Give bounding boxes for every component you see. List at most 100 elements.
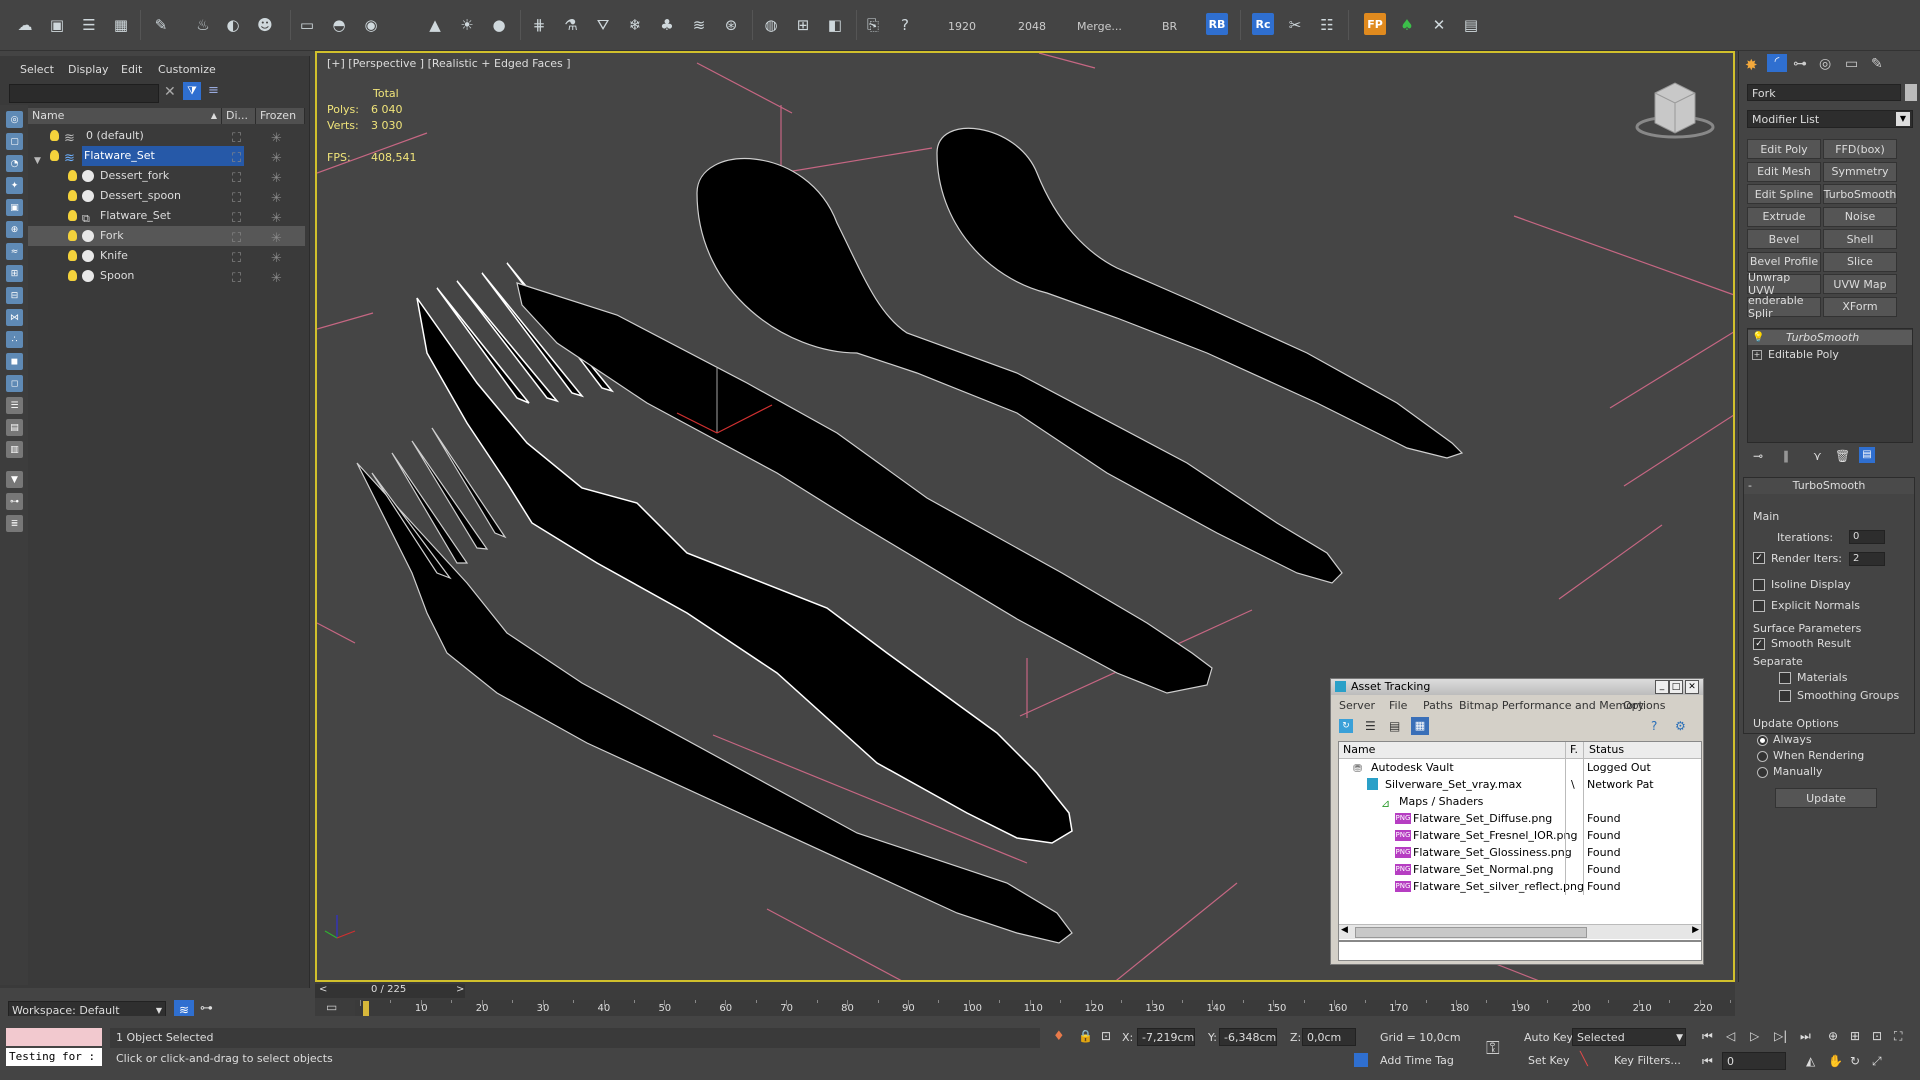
explicit-normals-checkbox[interactable] bbox=[1753, 600, 1765, 612]
tree-row-knife[interactable]: Knife ⛶ ✳ bbox=[28, 246, 305, 266]
modifier-button[interactable]: Slice bbox=[1823, 251, 1897, 272]
set-key-icon[interactable]: ╲ bbox=[1580, 1052, 1588, 1067]
render-width[interactable]: 1920 bbox=[948, 20, 976, 33]
modifier-button[interactable]: Bevel bbox=[1747, 229, 1821, 249]
next-frame-icon[interactable]: > bbox=[456, 984, 464, 995]
render-icon[interactable]: ◐ bbox=[222, 14, 244, 36]
hair-icon[interactable]: ≋ bbox=[688, 14, 710, 36]
modifier-button[interactable]: Edit Poly bbox=[1747, 139, 1821, 159]
asset-menu-file[interactable]: File bbox=[1389, 699, 1407, 712]
display-helpers-icon[interactable]: ⊕ bbox=[6, 221, 23, 238]
tools-icon[interactable]: ✂ bbox=[1284, 14, 1306, 36]
modifier-button[interactable]: FFD(box) bbox=[1823, 139, 1897, 159]
asset-row[interactable]: PNG Flatware_Set_Normal.png Found bbox=[1339, 861, 1699, 878]
modifier-button[interactable]: Shell bbox=[1823, 229, 1897, 249]
asset-menu-server[interactable]: Server bbox=[1339, 699, 1375, 712]
modifier-button[interactable]: Symmetry bbox=[1823, 161, 1897, 182]
key-filters-button[interactable]: Key Filters... bbox=[1614, 1054, 1681, 1067]
manually-radio[interactable] bbox=[1757, 767, 1768, 778]
modifier-button[interactable]: Bevel Profile bbox=[1747, 251, 1821, 272]
fp-badge[interactable]: FP bbox=[1364, 13, 1386, 35]
time-slider-handle[interactable] bbox=[363, 1001, 369, 1016]
display-groups-icon[interactable]: ⊞ bbox=[6, 265, 23, 282]
filter-icon[interactable]: ⧩ bbox=[183, 82, 201, 100]
asset-tracking-titlebar[interactable]: Asset Tracking _ □ ✕ bbox=[1331, 679, 1703, 695]
z-coordinate-field[interactable]: 0,0cm bbox=[1302, 1028, 1356, 1046]
asset-row[interactable]: ⊿ Maps / Shaders bbox=[1339, 793, 1699, 810]
display-lights-icon[interactable]: ✦ bbox=[6, 177, 23, 194]
modifier-button[interactable]: XForm bbox=[1823, 296, 1897, 317]
light-disc-icon[interactable]: ● bbox=[488, 14, 510, 36]
refresh-icon[interactable]: ↻ bbox=[1339, 719, 1353, 733]
play-icon[interactable]: ▷ bbox=[1750, 1029, 1759, 1043]
key-icon[interactable]: ⚿ bbox=[1486, 1038, 1500, 1059]
asset-menu-options[interactable]: Options bbox=[1623, 699, 1665, 712]
isoline-checkbox[interactable] bbox=[1753, 579, 1765, 591]
modify-tab-icon[interactable]: ◜ bbox=[1767, 54, 1787, 72]
list-view-icon[interactable]: ☰ bbox=[1365, 719, 1376, 733]
display-all-icon[interactable]: ◼ bbox=[6, 353, 23, 370]
settings-icon[interactable]: ⚙ bbox=[1675, 719, 1686, 733]
explorer-search-input[interactable] bbox=[9, 84, 159, 103]
pyramid-icon[interactable]: ⛛ bbox=[592, 14, 614, 36]
asset-row[interactable]: ⛃ Autodesk Vault Logged Out bbox=[1339, 759, 1699, 776]
table-icon[interactable]: ▦ bbox=[110, 14, 132, 36]
maximize-icon[interactable]: □ bbox=[1669, 680, 1683, 694]
render-iters-spinner[interactable]: 2 bbox=[1849, 552, 1885, 566]
x-coordinate-field[interactable]: -7,219cm bbox=[1137, 1028, 1195, 1046]
lightbulb-icon[interactable]: 💡 bbox=[1752, 330, 1764, 345]
time-tag-icon[interactable] bbox=[1354, 1053, 1368, 1067]
menu-edit[interactable]: Edit bbox=[121, 63, 142, 76]
smoothing-groups-checkbox[interactable] bbox=[1779, 690, 1791, 702]
merge-button[interactable]: Merge... bbox=[1077, 20, 1122, 33]
go-to-end-icon[interactable]: ⏭ bbox=[1800, 1029, 1811, 1044]
minimize-icon[interactable]: _ bbox=[1655, 680, 1669, 694]
grass-icon[interactable]: ♣ bbox=[656, 14, 678, 36]
undo-icon[interactable]: ☁ bbox=[14, 14, 36, 36]
scroll-thumb[interactable] bbox=[1355, 927, 1587, 938]
object-color-swatch[interactable] bbox=[1905, 84, 1917, 101]
display-shapes-icon[interactable]: ◔ bbox=[6, 155, 23, 172]
col-name-label[interactable]: Name bbox=[1343, 743, 1375, 756]
display-none-icon[interactable]: ◻ bbox=[6, 375, 23, 392]
col-f-label[interactable]: F. bbox=[1570, 743, 1578, 756]
asset-row[interactable]: PNG Flatware_Set_Glossiness.png Found bbox=[1339, 844, 1699, 861]
always-radio[interactable] bbox=[1757, 735, 1768, 746]
lightbulb-icon[interactable] bbox=[68, 170, 77, 181]
display-geometry-icon[interactable]: ▢ bbox=[6, 133, 23, 150]
list-icon[interactable]: ☷ bbox=[1316, 14, 1338, 36]
asset-row[interactable]: PNG Flatware_Set_Diffuse.png Found bbox=[1339, 810, 1699, 827]
next-frame-icon[interactable]: ▷| bbox=[1774, 1029, 1787, 1043]
lightbulb-icon[interactable] bbox=[68, 270, 77, 281]
maxscript-listener-input[interactable]: Testing for : bbox=[6, 1048, 102, 1066]
column-name[interactable]: Name ▲ bbox=[28, 108, 222, 124]
stack-item-editable-poly[interactable]: + Editable Poly bbox=[1748, 347, 1912, 362]
lightbulb-icon[interactable] bbox=[50, 150, 59, 161]
maxscript-listener-top[interactable] bbox=[6, 1028, 102, 1046]
materials-checkbox[interactable] bbox=[1779, 672, 1791, 684]
utilities-tab-icon[interactable]: ✎ bbox=[1871, 56, 1883, 72]
lightbulb-icon[interactable] bbox=[68, 190, 77, 201]
clipboard-icon[interactable]: ⎘ bbox=[862, 14, 884, 36]
detail-view-icon[interactable]: ▤ bbox=[1389, 719, 1400, 733]
field-of-view-icon[interactable]: ◭ bbox=[1806, 1054, 1815, 1068]
modifier-button[interactable]: UVW Map bbox=[1823, 274, 1897, 294]
lock-icon[interactable]: 🔒 bbox=[1078, 1029, 1093, 1043]
lightbulb-icon[interactable] bbox=[68, 230, 77, 241]
time-slider[interactable]: < 0 / 225 > bbox=[315, 984, 465, 998]
asset-row[interactable]: Silverware_Set_vray.max \ Network Pat bbox=[1339, 776, 1699, 793]
modifier-button[interactable]: TurboSmooth bbox=[1823, 184, 1897, 204]
rc-badge[interactable]: Rc bbox=[1252, 13, 1274, 35]
display-cameras-icon[interactable]: ▣ bbox=[6, 199, 23, 216]
render-setup-icon[interactable]: ◧ bbox=[824, 14, 846, 36]
help-icon[interactable]: ? bbox=[1651, 719, 1657, 733]
modifier-button[interactable]: Extrude bbox=[1747, 206, 1821, 227]
tree-icon[interactable]: ♠ bbox=[1396, 14, 1418, 36]
tree-row-flatware-set-layer[interactable]: ▼ ≋ Flatware_Set ⛶ ✳ bbox=[28, 146, 305, 166]
material-editor-icon[interactable]: ⊞ bbox=[792, 14, 814, 36]
close-icon[interactable]: ✕ bbox=[1685, 680, 1699, 694]
column-frozen[interactable]: Frozen bbox=[256, 108, 305, 124]
material-sphere-icon[interactable]: ◍ bbox=[760, 14, 782, 36]
make-unique-icon[interactable]: ⋎ bbox=[1813, 449, 1822, 463]
help-icon[interactable]: ? bbox=[894, 14, 916, 36]
